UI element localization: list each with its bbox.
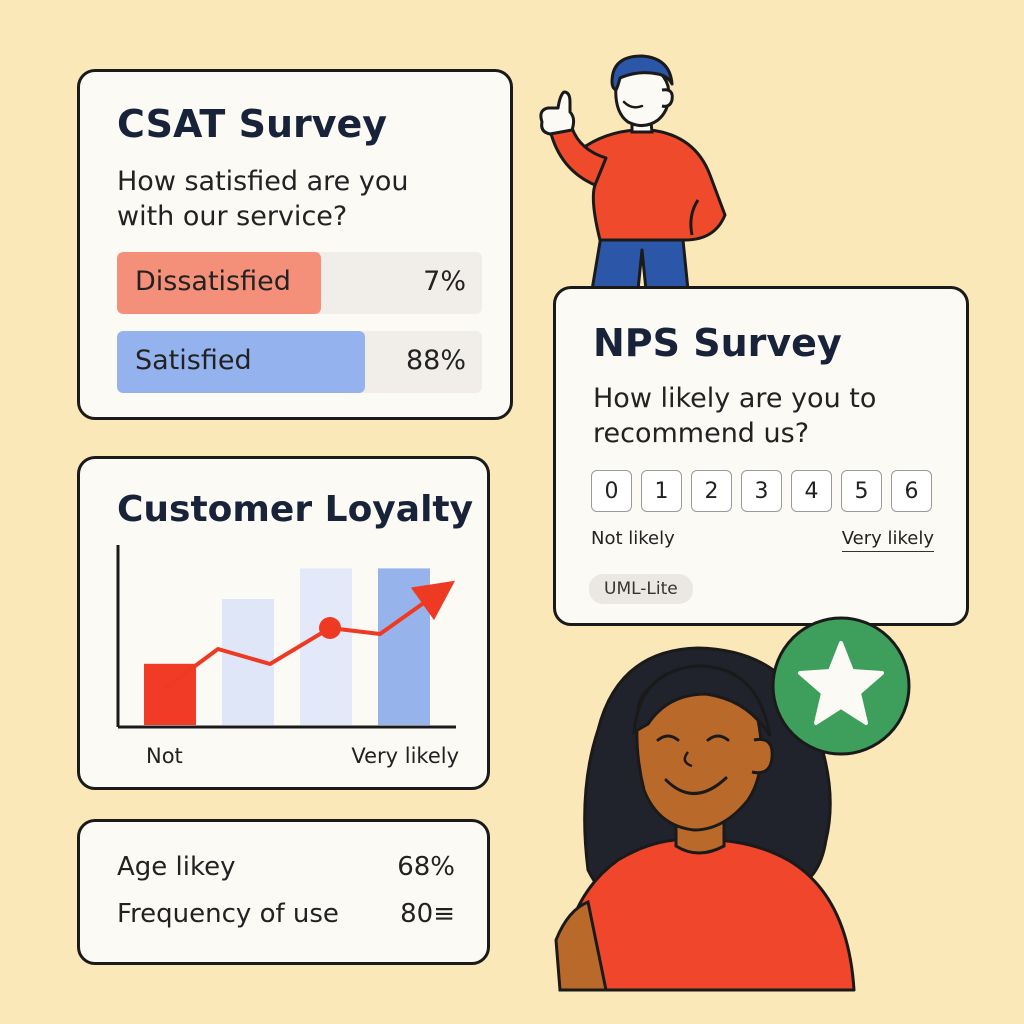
- csat-survey-card: CSAT Survey How satisfied are you with o…: [77, 69, 513, 420]
- rating-5-button[interactable]: 5: [841, 470, 882, 512]
- x-axis-right-label: Very likely: [351, 744, 459, 768]
- stat-value: 80≡: [400, 899, 455, 929]
- nps-survey-card: NPS Survey How likely are you to recomme…: [553, 286, 969, 626]
- man-thumbs-up-illustration: [539, 54, 727, 292]
- csat-title: CSAT Survey: [117, 102, 388, 146]
- not-likely-label: Not likely: [591, 528, 675, 549]
- satisfied-option[interactable]: Satisfied 88%: [117, 331, 482, 393]
- loyalty-chart: [116, 545, 456, 729]
- x-axis-left-label: Not: [146, 744, 183, 768]
- loyalty-bar: [378, 568, 430, 725]
- stats-card: Age likey 68% Frequency of use 80≡: [77, 819, 490, 965]
- nps-title: NPS Survey: [593, 321, 842, 365]
- stat-row: Frequency of use 80≡: [117, 899, 455, 929]
- rating-1-button[interactable]: 1: [641, 470, 682, 512]
- customer-loyalty-card: Customer Loyalty Not Very likely: [77, 456, 490, 790]
- rating-4-button[interactable]: 4: [791, 470, 832, 512]
- dissatisfied-percent: 7%: [423, 266, 466, 297]
- very-likely-label: Very likely: [841, 528, 934, 552]
- dissatisfied-label: Dissatisfied: [135, 266, 291, 297]
- stat-label: Frequency of use: [117, 899, 339, 929]
- rating-6-button[interactable]: 6: [891, 470, 932, 512]
- dissatisfied-option[interactable]: Dissatisfied 7%: [117, 252, 482, 314]
- satisfied-label: Satisfied: [135, 345, 252, 376]
- stat-value: 68%: [397, 852, 455, 882]
- satisfied-percent: 88%: [405, 345, 466, 376]
- uml-lite-tag: UML-Lite: [589, 574, 693, 604]
- star-badge: [771, 616, 911, 756]
- nps-rating-scale: 0 1 2 3 4 5 6: [591, 470, 932, 512]
- stat-label: Age likey: [117, 852, 236, 882]
- stat-row: Age likey 68%: [117, 852, 455, 882]
- nps-question: How likely are you to recommend us?: [593, 383, 877, 449]
- rating-3-button[interactable]: 3: [741, 470, 782, 512]
- rating-0-button[interactable]: 0: [591, 470, 632, 512]
- loyalty-bar: [300, 568, 352, 725]
- trend-highlight-dot: [319, 617, 341, 639]
- csat-question: How satisfied are you with our service?: [117, 166, 409, 232]
- rating-2-button[interactable]: 2: [691, 470, 732, 512]
